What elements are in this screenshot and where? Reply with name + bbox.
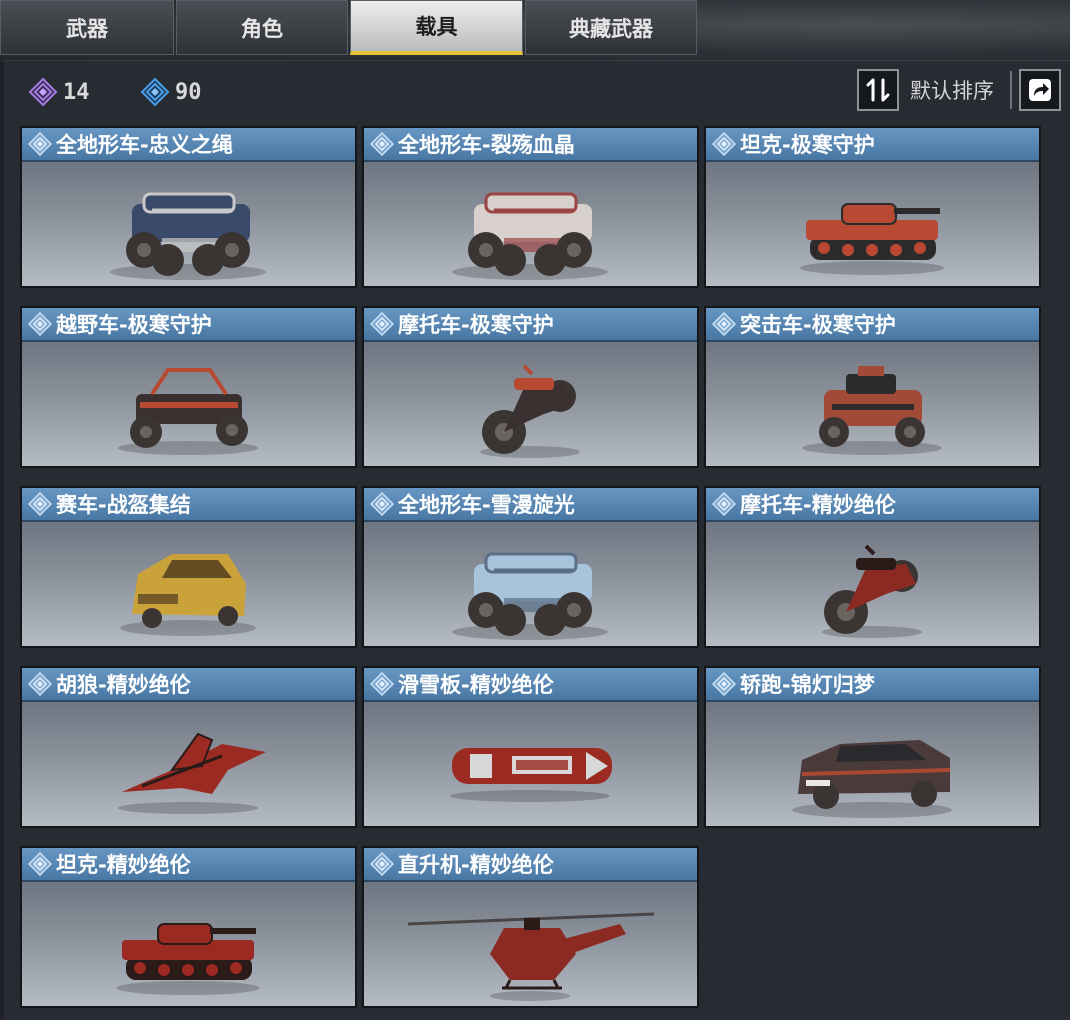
vehicle-card[interactable]: 摩托车-精妙绝伦: [704, 486, 1041, 648]
vehicle-card[interactable]: 滑雪板-精妙绝伦: [362, 666, 699, 828]
tank-vehicle-image: [800, 203, 944, 275]
diamond-badge-icon: [28, 312, 52, 336]
vehicle-card-header: 轿跑-锦灯归梦: [706, 668, 1039, 702]
vehicle-card-header: 胡狼-精妙绝伦: [22, 668, 355, 702]
share-button[interactable]: [1019, 69, 1061, 111]
diamond-badge-icon: [370, 672, 394, 696]
buggy-vehicle-image: [118, 368, 258, 455]
vehicle-card-header: 坦克-精妙绝伦: [22, 848, 355, 882]
motorbike-vehicle-image: [480, 364, 580, 458]
purple-currency: 14: [28, 77, 90, 107]
vehicle-card-header: 摩托车-极寒守护: [364, 308, 697, 342]
blue-currency-value: 90: [175, 79, 202, 105]
diamond-badge-icon: [712, 672, 736, 696]
toolbar: 14 90 默认排序: [4, 61, 1070, 123]
vehicle-card[interactable]: 赛车-战盔集结: [20, 486, 357, 648]
tab-collection-weapons[interactable]: 典藏武器: [525, 0, 697, 55]
vehicle-card[interactable]: 全地形车-雪漫旋光: [362, 486, 699, 648]
vehicle-name: 赛车-战盔集结: [56, 493, 191, 517]
vehicle-card-header: 坦克-极寒守护: [706, 128, 1039, 162]
vehicle-name: 轿跑-锦灯归梦: [740, 673, 875, 697]
atv-vehicle-image: [110, 192, 266, 280]
tab-label: 武器: [66, 16, 108, 41]
vehicle-name: 摩托车-极寒守护: [398, 313, 554, 337]
sort-label[interactable]: 默认排序: [910, 75, 994, 105]
tab-characters[interactable]: 角色: [176, 0, 348, 55]
vehicle-name: 全地形车-忠义之绳: [56, 133, 233, 157]
vehicle-card[interactable]: 越野车-极寒守护: [20, 306, 357, 468]
atv-vehicle-image: [452, 192, 608, 280]
vehicle-card-header: 越野车-极寒守护: [22, 308, 355, 342]
tank-vehicle-image: [116, 923, 260, 995]
vehicle-card[interactable]: 坦克-精妙绝伦: [20, 846, 357, 1008]
vehicle-card[interactable]: 胡狼-精妙绝伦: [20, 666, 357, 828]
vehicle-card[interactable]: 坦克-极寒守护: [704, 126, 1041, 288]
vehicle-card-header: 直升机-精妙绝伦: [364, 848, 697, 882]
vehicle-name: 胡狼-精妙绝伦: [56, 673, 191, 697]
blue-diamond-icon: [140, 77, 170, 107]
vehicle-name: 直升机-精妙绝伦: [398, 853, 554, 877]
vehicle-card[interactable]: 轿跑-锦灯归梦: [704, 666, 1041, 828]
vehicle-name: 全地形车-裂殇血晶: [398, 133, 575, 157]
tab-label: 典藏武器: [569, 16, 653, 41]
vehicle-name: 坦克-极寒守护: [740, 133, 875, 157]
diamond-badge-icon: [28, 852, 52, 876]
sort-button[interactable]: [857, 69, 899, 111]
vehicle-card[interactable]: 直升机-精妙绝伦: [362, 846, 699, 1008]
diamond-badge-icon: [370, 492, 394, 516]
diamond-badge-icon: [712, 312, 736, 336]
helicopter-vehicle-image: [407, 912, 655, 1001]
vehicle-card-header: 全地形车-裂殇血晶: [364, 128, 697, 162]
diamond-badge-icon: [370, 132, 394, 156]
share-icon: [1029, 79, 1051, 101]
coupe-vehicle-image: [792, 740, 952, 818]
vehicle-card[interactable]: 摩托车-极寒守护: [362, 306, 699, 468]
diamond-badge-icon: [28, 672, 52, 696]
vehicle-card-header: 全地形车-忠义之绳: [22, 128, 355, 162]
purple-currency-value: 14: [63, 79, 90, 105]
diamond-badge-icon: [28, 132, 52, 156]
vehicle-card-header: 赛车-战盔集结: [22, 488, 355, 522]
tab-weapons[interactable]: 武器: [0, 0, 174, 55]
diamond-badge-icon: [712, 132, 736, 156]
category-tabs: 武器 角色 载具 典藏武器: [0, 0, 699, 57]
glider-vehicle-image: [118, 732, 266, 814]
diamond-badge-icon: [370, 852, 394, 876]
vehicle-card-header: 全地形车-雪漫旋光: [364, 488, 697, 522]
vehicle-card[interactable]: 全地形车-忠义之绳: [20, 126, 357, 288]
vehicle-name: 全地形车-雪漫旋光: [398, 493, 575, 517]
diamond-badge-icon: [370, 312, 394, 336]
snowboard-vehicle-image: [450, 748, 612, 802]
toolbar-divider: [1010, 71, 1012, 109]
diamond-badge-icon: [28, 492, 52, 516]
vehicle-card-header: 突击车-极寒守护: [706, 308, 1039, 342]
purple-diamond-icon: [28, 77, 58, 107]
racecar-vehicle-image: [120, 554, 256, 636]
vehicle-card-header: 滑雪板-精妙绝伦: [364, 668, 697, 702]
vehicle-card[interactable]: 全地形车-裂殇血晶: [362, 126, 699, 288]
vehicle-name: 突击车-极寒守护: [740, 313, 896, 337]
vehicle-card[interactable]: 突击车-极寒守护: [704, 306, 1041, 468]
diamond-badge-icon: [712, 492, 736, 516]
vehicle-name: 滑雪板-精妙绝伦: [398, 673, 554, 697]
vehicle-name: 越野车-极寒守护: [56, 313, 212, 337]
sort-arrows-icon: [866, 78, 890, 102]
motorbike-vehicle-image: [822, 544, 922, 638]
tab-label: 载具: [415, 15, 458, 39]
tab-label: 角色: [241, 16, 283, 41]
vehicle-name: 摩托车-精妙绝伦: [740, 493, 896, 517]
vehicle-card-header: 摩托车-精妙绝伦: [706, 488, 1039, 522]
atv-vehicle-image: [452, 552, 608, 640]
assault-vehicle-image: [802, 366, 942, 455]
tab-vehicles[interactable]: 载具: [350, 0, 523, 55]
blue-currency: 90: [140, 77, 202, 107]
vehicle-name: 坦克-精妙绝伦: [56, 853, 191, 877]
